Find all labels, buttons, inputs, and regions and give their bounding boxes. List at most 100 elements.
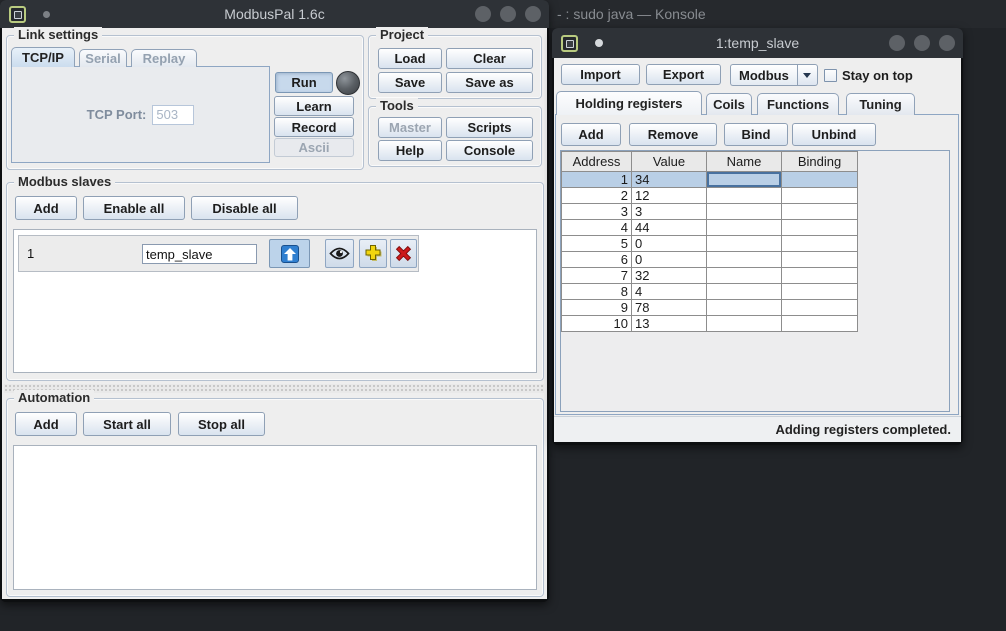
- cell-value[interactable]: 44: [632, 220, 707, 236]
- cell-binding[interactable]: [782, 252, 858, 268]
- cell-address[interactable]: 5: [562, 236, 632, 252]
- learn-button[interactable]: Learn: [274, 96, 354, 116]
- cell-name[interactable]: [707, 172, 782, 188]
- tab-functions[interactable]: Functions: [757, 93, 839, 115]
- enable-all-button[interactable]: Enable all: [83, 196, 185, 220]
- minimize-button[interactable]: [475, 6, 491, 22]
- column-header-value[interactable]: Value: [632, 152, 707, 172]
- help-button[interactable]: Help: [378, 140, 442, 161]
- record-button[interactable]: Record: [274, 117, 354, 137]
- cell-name[interactable]: [707, 316, 782, 332]
- tab-serial[interactable]: Serial: [79, 49, 127, 67]
- column-header-address[interactable]: Address: [562, 152, 632, 172]
- tab-replay[interactable]: Replay: [131, 49, 197, 67]
- disable-all-button[interactable]: Disable all: [191, 196, 298, 220]
- cell-address[interactable]: 2: [562, 188, 632, 204]
- cell-name[interactable]: [707, 236, 782, 252]
- cell-value[interactable]: 12: [632, 188, 707, 204]
- table-row[interactable]: 1013: [562, 316, 858, 332]
- column-header-binding[interactable]: Binding: [782, 152, 858, 172]
- cell-value[interactable]: 78: [632, 300, 707, 316]
- cell-binding[interactable]: [782, 316, 858, 332]
- maximize-button[interactable]: [914, 35, 930, 51]
- remove-register-button[interactable]: Remove: [629, 123, 717, 146]
- tab-coils[interactable]: Coils: [706, 93, 752, 115]
- slave-enable-toggle-button[interactable]: [269, 239, 310, 268]
- cell-name[interactable]: [707, 284, 782, 300]
- table-row[interactable]: 60: [562, 252, 858, 268]
- load-button[interactable]: Load: [378, 48, 442, 69]
- combobox-arrow-button[interactable]: [797, 64, 818, 86]
- modbuspal-titlebar[interactable]: ModbusPal 1.6c: [0, 0, 549, 28]
- cell-value[interactable]: 13: [632, 316, 707, 332]
- ascii-button[interactable]: Ascii: [274, 138, 354, 157]
- cell-binding[interactable]: [782, 236, 858, 252]
- console-button[interactable]: Console: [446, 140, 533, 161]
- table-row[interactable]: 212: [562, 188, 858, 204]
- cell-value[interactable]: 32: [632, 268, 707, 284]
- cell-value[interactable]: 0: [632, 236, 707, 252]
- table-row[interactable]: 84: [562, 284, 858, 300]
- save-button[interactable]: Save: [378, 72, 442, 93]
- stop-all-button[interactable]: Stop all: [178, 412, 265, 436]
- start-all-button[interactable]: Start all: [83, 412, 171, 436]
- cell-binding[interactable]: [782, 188, 858, 204]
- scripts-button[interactable]: Scripts: [446, 117, 533, 138]
- slave-name-input[interactable]: [142, 244, 257, 264]
- tab-tuning[interactable]: Tuning: [846, 93, 915, 115]
- cell-binding[interactable]: [782, 220, 858, 236]
- cell-name[interactable]: [707, 300, 782, 316]
- cell-value[interactable]: 4: [632, 284, 707, 300]
- cell-address[interactable]: 9: [562, 300, 632, 316]
- save-as-button[interactable]: Save as: [446, 72, 533, 93]
- add-automation-button[interactable]: Add: [15, 412, 77, 436]
- cell-name[interactable]: [707, 252, 782, 268]
- cell-binding[interactable]: [782, 172, 858, 188]
- maximize-button[interactable]: [500, 6, 516, 22]
- tab-holding-registers[interactable]: Holding registers: [556, 91, 702, 115]
- cell-binding[interactable]: [782, 284, 858, 300]
- cell-address[interactable]: 6: [562, 252, 632, 268]
- slave-show-panel-button[interactable]: [325, 239, 354, 268]
- slave-editor-titlebar[interactable]: 1:temp_slave: [552, 28, 963, 58]
- master-button[interactable]: Master: [378, 117, 442, 138]
- stay-on-top-checkbox[interactable]: [824, 69, 837, 82]
- clear-button[interactable]: Clear: [446, 48, 533, 69]
- cell-address[interactable]: 3: [562, 204, 632, 220]
- cell-binding[interactable]: [782, 204, 858, 220]
- add-register-button[interactable]: Add: [561, 123, 621, 146]
- cell-address[interactable]: 7: [562, 268, 632, 284]
- table-row[interactable]: 978: [562, 300, 858, 316]
- minimize-button[interactable]: [889, 35, 905, 51]
- slave-row[interactable]: 1: [18, 235, 419, 272]
- add-slave-button[interactable]: Add: [15, 196, 77, 220]
- run-button[interactable]: Run: [275, 72, 333, 93]
- tab-tcpip[interactable]: TCP/IP: [11, 47, 75, 67]
- tcp-port-input[interactable]: [152, 105, 194, 125]
- table-row[interactable]: 134: [562, 172, 858, 188]
- table-row[interactable]: 33: [562, 204, 858, 220]
- cell-name[interactable]: [707, 188, 782, 204]
- cell-address[interactable]: 4: [562, 220, 632, 236]
- mode-combobox[interactable]: Modbus: [730, 64, 818, 86]
- registers-scrollpane[interactable]: Address Value Name Binding 1342123344450…: [560, 150, 950, 412]
- cell-name[interactable]: [707, 268, 782, 284]
- export-button[interactable]: Export: [646, 64, 721, 85]
- close-button[interactable]: [939, 35, 955, 51]
- column-header-name[interactable]: Name: [707, 152, 782, 172]
- cell-name[interactable]: [707, 204, 782, 220]
- cell-value[interactable]: 34: [632, 172, 707, 188]
- table-row[interactable]: 50: [562, 236, 858, 252]
- cell-address[interactable]: 8: [562, 284, 632, 300]
- import-button[interactable]: Import: [561, 64, 640, 85]
- cell-name[interactable]: [707, 220, 782, 236]
- cell-value[interactable]: 0: [632, 252, 707, 268]
- table-row[interactable]: 732: [562, 268, 858, 284]
- table-row[interactable]: 444: [562, 220, 858, 236]
- unbind-button[interactable]: Unbind: [792, 123, 876, 146]
- cell-address[interactable]: 10: [562, 316, 632, 332]
- close-button[interactable]: [525, 6, 541, 22]
- slave-add-automation-button[interactable]: [359, 239, 387, 268]
- bind-button[interactable]: Bind: [724, 123, 788, 146]
- slave-delete-button[interactable]: [390, 239, 417, 268]
